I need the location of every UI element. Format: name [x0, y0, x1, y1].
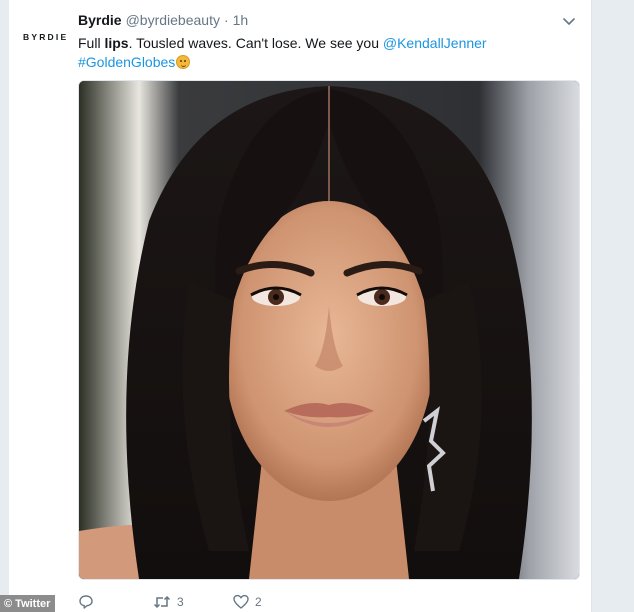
watermark-label: © Twitter	[4, 597, 51, 610]
retweet-icon	[153, 595, 171, 609]
tweet-text-part: Full	[78, 35, 105, 51]
portrait-image	[79, 81, 579, 579]
source-watermark: © Twitter	[0, 595, 56, 612]
mention-link[interactable]: @KendallJenner	[383, 35, 487, 51]
like-count: 2	[255, 595, 262, 609]
retweet-button[interactable]: 3	[153, 594, 233, 610]
like-button[interactable]: 2	[233, 594, 313, 610]
reply-button[interactable]	[78, 594, 153, 610]
tweet-header: Byrdie @byrdiebeauty · 1h	[78, 12, 248, 30]
separator-dot: ·	[223, 12, 229, 28]
username-handle[interactable]: @byrdiebeauty	[126, 12, 220, 28]
chevron-down-icon[interactable]	[561, 14, 577, 30]
tweet-text-bold: lips	[104, 35, 129, 51]
heart-icon	[233, 594, 249, 609]
tweet-text: Full lips. Tousled waves. Can't lose. We…	[78, 34, 578, 72]
avatar[interactable]: BYRDIE	[23, 30, 73, 44]
hashtag-link[interactable]: #GoldenGlobes	[78, 54, 175, 70]
reply-icon	[79, 595, 93, 609]
retweet-count: 3	[177, 595, 184, 609]
display-name[interactable]: Byrdie	[78, 12, 122, 28]
timestamp[interactable]: 1h	[233, 12, 249, 28]
avatar-logo-text: BYRDIE	[23, 32, 69, 42]
face-emoji-icon	[176, 55, 191, 69]
tweet-photo[interactable]	[78, 80, 580, 580]
tweet-actions: 3 2	[78, 592, 313, 612]
tweet-text-part: . Tousled waves. Can't lose. We see you	[128, 35, 383, 51]
tweet-card: BYRDIE Byrdie @byrdiebeauty · 1h Full li…	[8, 0, 592, 612]
